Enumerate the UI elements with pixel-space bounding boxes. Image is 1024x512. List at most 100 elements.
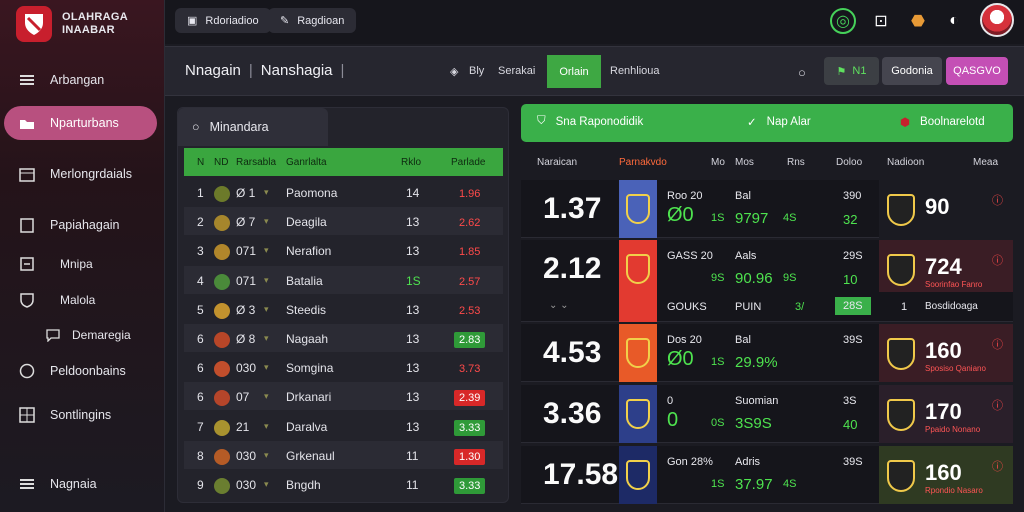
sidebar-item-papiahagain[interactable]: Papiahagain [4,208,157,242]
search-icon[interactable]: ○ [798,65,806,80]
sidebar-item-nparturbans[interactable]: Nparturbans [4,106,157,140]
match-card[interactable]: 2.12 GASS 20 9S Aals 90.96 9S 29S 10 724 Soorinfa… [521,240,1013,298]
team-crest [619,180,657,238]
match-card[interactable]: 4.53 Dos 20 Ø0 1S Bal 29.9% 39S 160 Sposiso Qani… [521,324,1013,382]
user-icon[interactable]: ◐ [941,8,967,34]
bell-icon[interactable]: ◈ [450,65,458,78]
sidebar-item-merlongrdaials[interactable]: Merlongrdaials [4,157,157,191]
chat-icon [18,362,36,380]
match-card[interactable]: 17.58 Gon 28% 1S Adris 37.97 4S 39S 160 Rpondio … [521,446,1013,504]
info-icon[interactable]: ⓘ [992,252,1003,268]
subheader-item[interactable]: Renhlioua [610,65,660,77]
sidebar-item-nagnaia[interactable]: Nagnaia [4,467,157,501]
table-row[interactable]: 2 Ø 7 ▾ Deagila 13 2.62 [184,207,503,236]
sidebar-item-malola[interactable]: Malola [4,283,157,317]
table-row[interactable]: 1 Ø 1 ▾ Paomona 14 1.96 [184,178,503,206]
breadcrumb-separator: | [340,62,345,79]
value-cell: 1.96 [459,188,481,200]
team-icon [214,186,230,202]
table-row[interactable]: 8 030 ▾ Grkenaul 11 1.30 [184,440,503,469]
info-icon[interactable]: ⓘ [992,192,1003,208]
stat-b: 1S [711,212,725,224]
sidebar-item-peldoonbains[interactable]: Peldoonbains [4,354,157,388]
table-row[interactable]: 5 Ø 3 ▾ Steedis 13 2.53 [184,295,503,323]
odds-value: 2.12 [543,252,602,285]
team-badge-icon [887,194,915,226]
table-row[interactable]: 3 071 ▾ Nerafion 13 1.85 [184,236,503,264]
tab-label: Minandara [209,120,269,134]
match-banner: ⛉ Sna Raponodidik ✓ Nap Alar ⬢ Boolnarel… [521,104,1013,142]
table-row[interactable]: 6 07 ▾ Drkanari 13 2.39 [184,382,503,411]
pink-action-button[interactable]: QASGVO [946,57,1008,85]
code-cell: 21 [236,419,250,434]
value-cell: 2.53 [459,304,481,317]
team-badge-icon[interactable]: ⬣ [905,8,931,34]
table-row[interactable]: 6 030 ▾ Somgina 13 3.73 [184,353,503,381]
info-icon[interactable]: ⓘ [992,397,1003,413]
column-header: Parlade [451,157,486,168]
banner-item[interactable]: ✓ Nap Alar [747,115,811,129]
team-name-cell: Batalia [286,273,323,288]
search-circle-icon[interactable]: ◎ [830,8,856,34]
sidebar-item-sontlingins[interactable]: Sontlingins [4,398,157,432]
strip-text: GOUKS [667,301,707,313]
strip-text: 1 [901,301,908,313]
info-icon[interactable]: ⓘ [992,458,1003,474]
games-cell: 13 [406,419,420,434]
stat-r2: 32 [843,212,858,227]
godonia-button[interactable]: Godonia [882,57,942,85]
info-icon[interactable]: ⓘ [992,336,1003,352]
rank-cell: 6 [197,332,204,346]
score-a: 0 [667,409,679,431]
team-icon [214,215,230,232]
result-score: 724 [925,254,962,279]
tab-online[interactable]: Orlain [547,55,601,88]
result-box: 90 ⓘ [879,180,1013,238]
column-header: Mos [735,157,754,168]
sidebar-item-arbangan[interactable]: Arbangan [4,63,157,97]
match-card[interactable]: 3.36 0 0 0S Suomian 3S9S 3S 40 170 Ppaido Nonano ⓘ [521,385,1013,443]
table-row[interactable]: 7 21 ▾ Daralva 13 3.33 [184,412,503,440]
arrow-icon: ▾ [264,245,269,256]
table-row[interactable]: 9 030 ▾ Bngdh 11 3.33 [184,470,503,498]
value-cell: 2.83 [454,332,486,348]
robot-icon[interactable]: ⊡ [868,8,894,34]
stat-c: 9797 [735,210,769,227]
breadcrumb-item[interactable]: Nanshagia [261,62,333,79]
team-badge-icon [887,460,915,492]
radio-button[interactable]: ▣ Rdoriadioo [175,8,271,33]
banner-item[interactable]: ⬢ Boolnarelotd [900,115,985,129]
check-shield-icon: ⛉ [537,115,546,127]
match-strip-row[interactable]: ⌄ ⌄ GOUKS PUIN 3/28S 1 Bosdidoaga [521,292,1013,322]
games-cell: 11 [406,448,419,463]
sidebar-item-demaregia[interactable]: Demaregia [4,318,157,352]
shield-icon [626,460,650,490]
avatar[interactable] [980,3,1014,37]
shield-icon [626,338,650,368]
green-button[interactable]: ⚑ N1 [824,57,879,85]
value-cell: 1.85 [459,246,481,259]
match-card[interactable]: 1.37 Roo 20 Ø0 1S Bal 9797 4S 390 32 90 ⓘ [521,180,1013,238]
match-label: Aals [735,250,757,262]
sidebar-item-label: Arbangan [50,73,105,87]
subheader-item[interactable]: Bly [469,65,484,77]
table-row[interactable]: 6 Ø 8 ▾ Nagaah 13 2.83 [184,324,503,352]
odds-value: 4.53 [543,336,602,369]
games-cell: 13 [406,215,420,230]
code-cell: 030 [236,478,257,492]
rank-cell: 1 [197,186,204,200]
games-cell: 14 [406,186,420,200]
subheader-item[interactable]: Serakai [498,65,535,77]
banner-item[interactable]: ⛉ Sna Raponodidik [537,115,643,128]
team-name-cell: Somgina [286,361,334,376]
sidebar-item-label: Papiahagain [50,218,120,232]
games-cell: 11 [406,478,419,492]
rank-cell: 6 [197,390,204,405]
table-row[interactable]: 4 071 ▾ Batalia 1S 2.57 [184,265,503,294]
breadcrumb-item[interactable]: Nnagain [185,62,241,79]
tab-standings[interactable]: ○ Minandara [178,108,328,146]
column-header: Mo [711,157,725,168]
ragdioan-button[interactable]: ✎ Ragdioan [268,8,357,33]
brand[interactable]: OLAHRAGA INAABAR [16,6,128,42]
sidebar-item-mnipa[interactable]: Mnipa [4,247,157,281]
